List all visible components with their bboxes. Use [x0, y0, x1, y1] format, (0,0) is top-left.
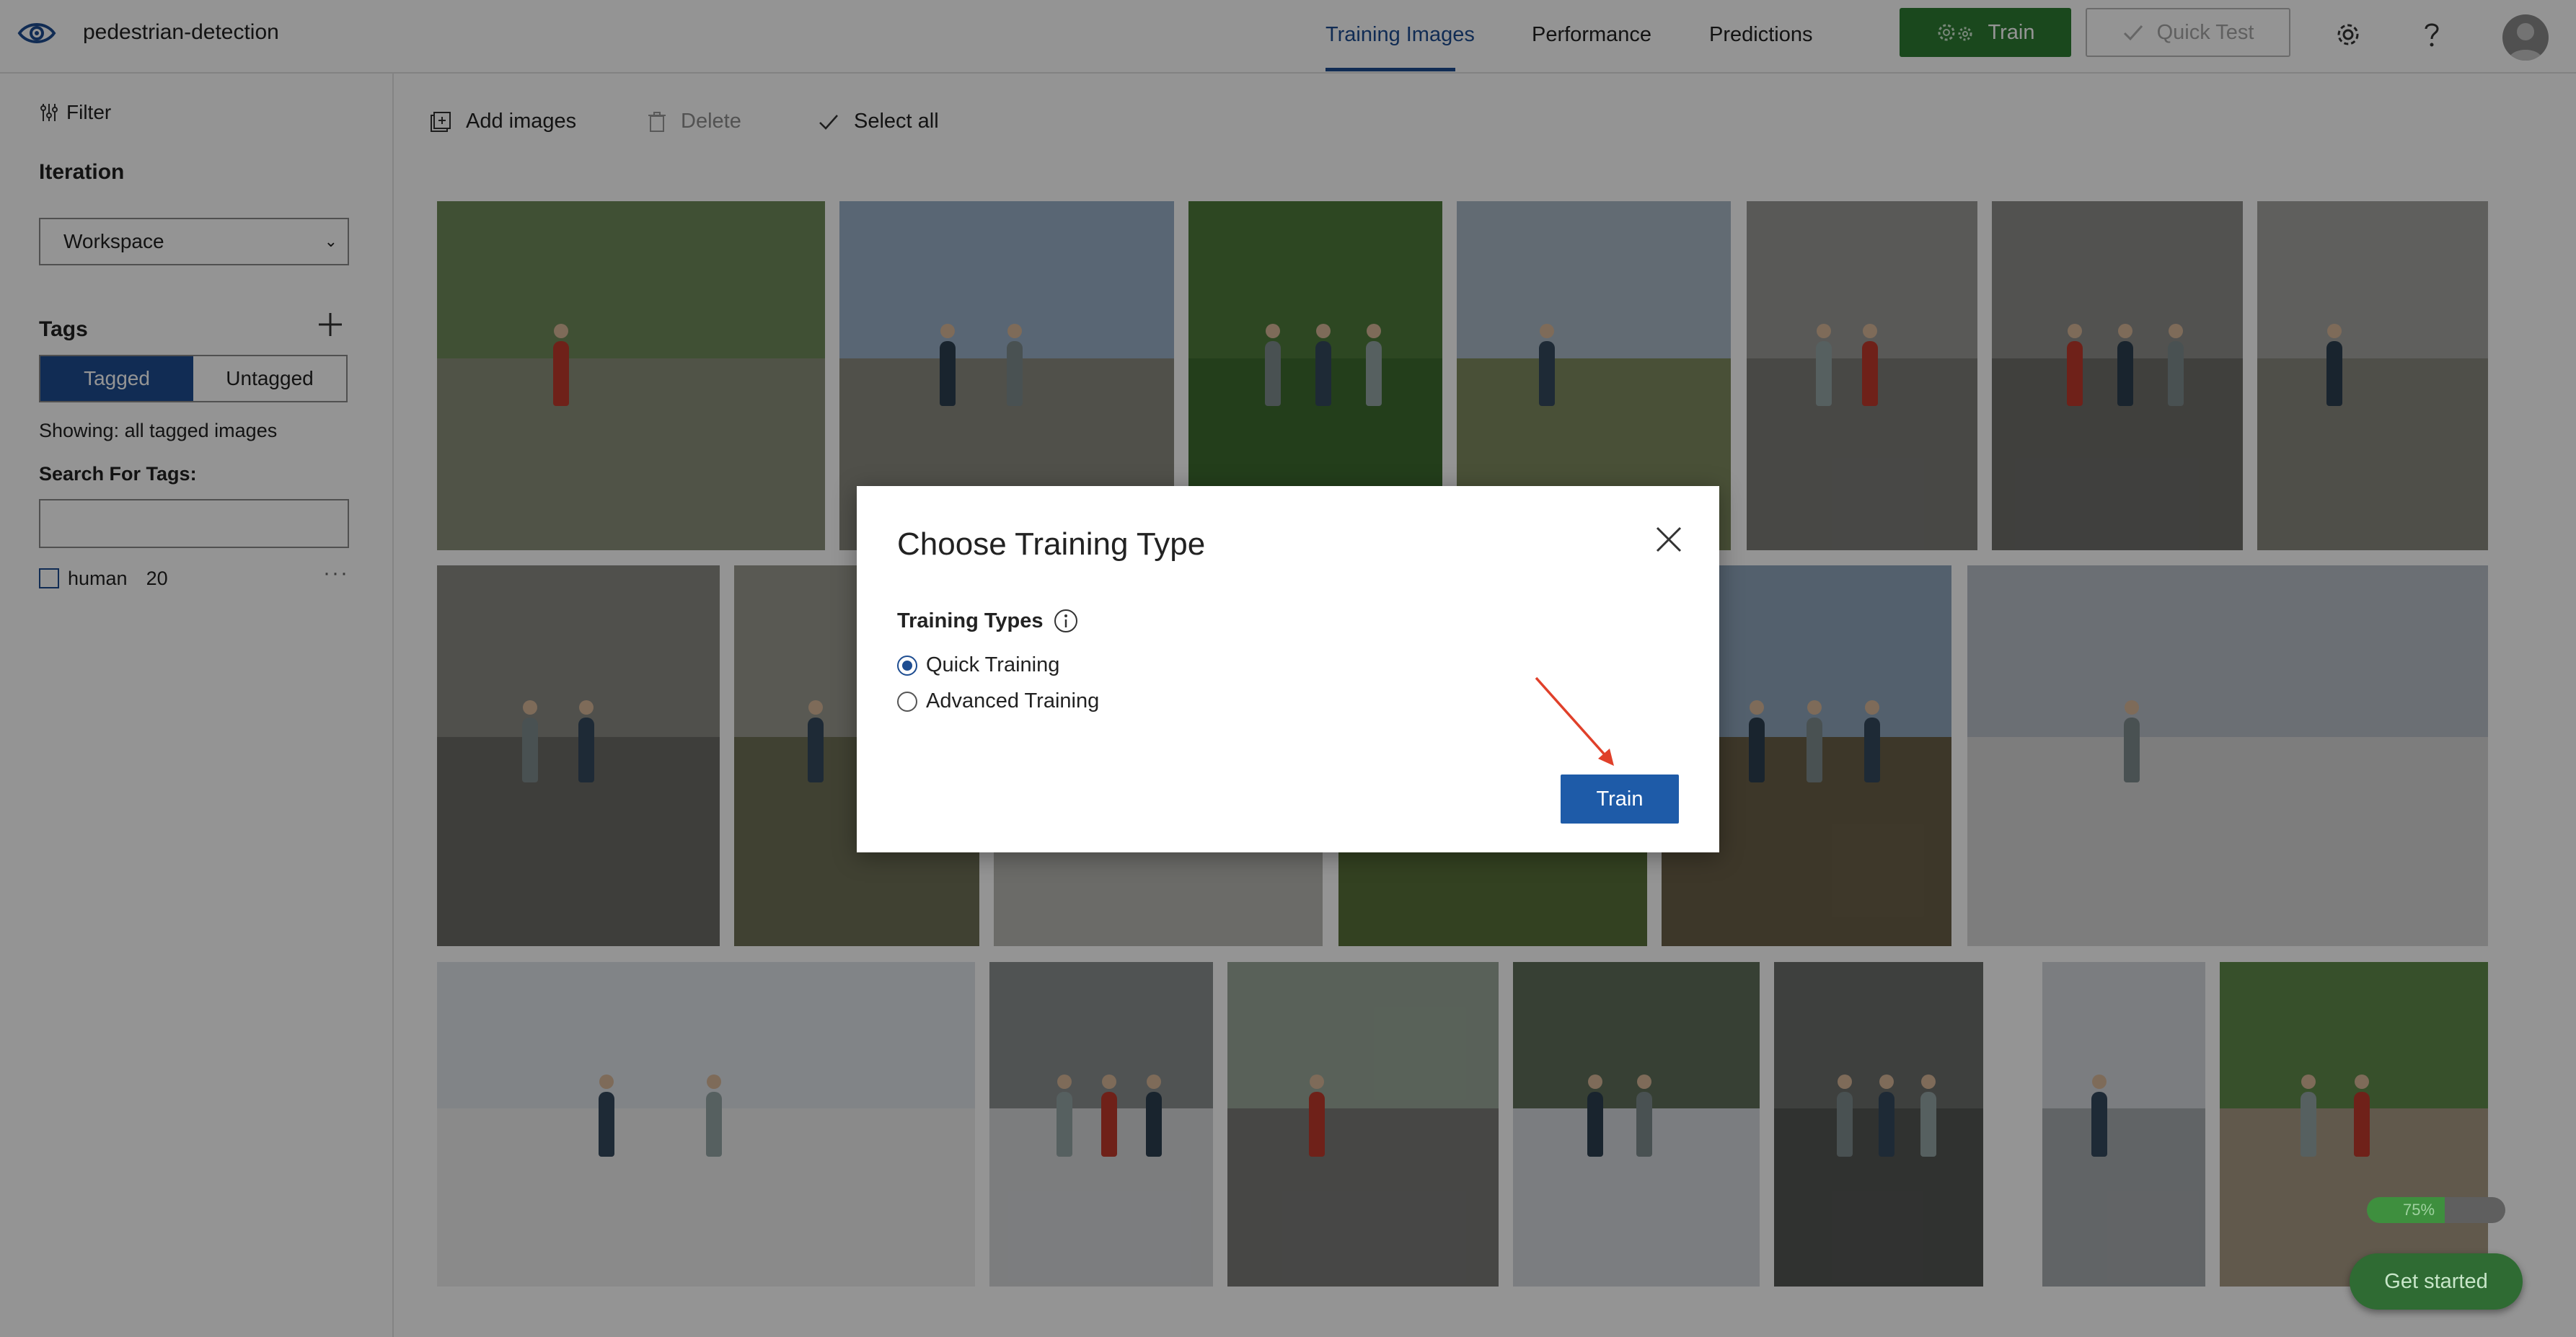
dialog-train-button[interactable]: Train [1561, 775, 1679, 824]
advanced-training-label: Advanced Training [926, 689, 1100, 712]
progress-pill: 75% [2367, 1197, 2505, 1223]
choose-training-type-dialog: Choose Training Type Training Types Quic… [857, 486, 1719, 852]
quick-training-label: Quick Training [926, 653, 1060, 676]
close-icon[interactable] [1654, 525, 1683, 554]
radio-button-selected[interactable] [897, 655, 917, 676]
training-types-label: Training Types [897, 609, 1044, 632]
progress-text: 75% [2402, 1201, 2435, 1219]
annotation-arrow-icon [1535, 676, 1614, 766]
get-started-button[interactable]: Get started [2350, 1253, 2523, 1310]
radio-button[interactable] [897, 691, 917, 712]
info-icon[interactable] [1054, 609, 1078, 633]
radio-advanced-training[interactable]: Advanced Training [897, 689, 1099, 713]
training-types-heading: Training Types [897, 609, 1078, 633]
dialog-title: Choose Training Type [897, 526, 1206, 562]
radio-quick-training[interactable]: Quick Training [897, 653, 1059, 677]
